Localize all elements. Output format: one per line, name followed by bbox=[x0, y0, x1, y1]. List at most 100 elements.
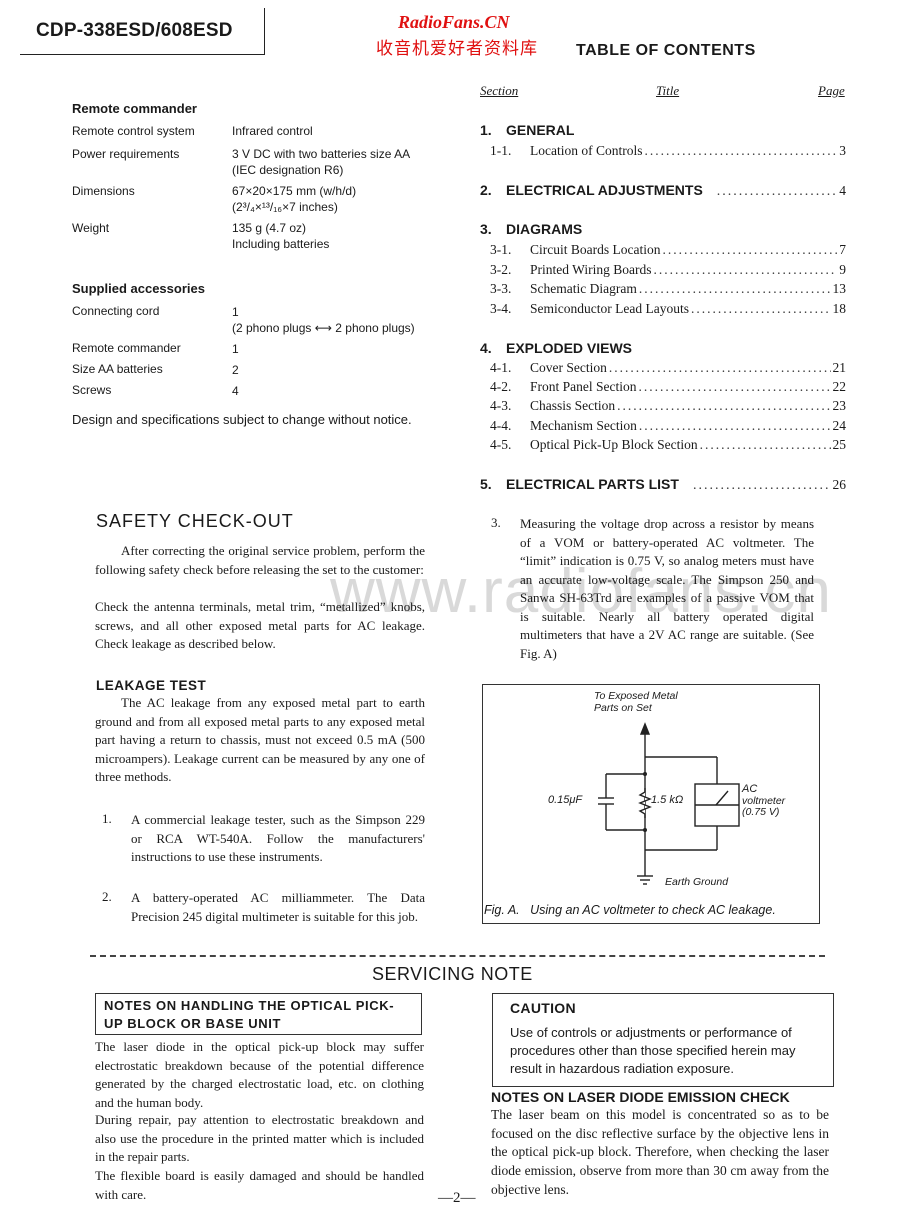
toc-item-num: 4-2. bbox=[490, 379, 512, 394]
toc-section-num: 3. bbox=[480, 221, 492, 237]
toc-item[interactable]: 4-4. Mechanism Section .................… bbox=[490, 418, 846, 436]
toc-section-electrical-adjustments[interactable]: 2. ELECTRICAL ADJUSTMENTS ..............… bbox=[480, 182, 846, 200]
watermark-chinese: 收音机爱好者资料库 bbox=[376, 39, 538, 58]
toc-item-num: 3-3. bbox=[490, 281, 512, 296]
method-text: Measuring the voltage drop across a resi… bbox=[520, 516, 814, 661]
toc-item-num: 4-5. bbox=[490, 437, 512, 452]
toc-item[interactable]: 1-1. Location of Controls ..............… bbox=[490, 143, 846, 161]
toc-leader-dots: ........................................… bbox=[608, 360, 831, 375]
notes-paragraph: The flexible board is easily damaged and… bbox=[95, 1168, 424, 1202]
accessories-heading: Supplied accessories bbox=[72, 281, 205, 296]
toc-section-title: ELECTRICAL ADJUSTMENTS bbox=[506, 182, 703, 198]
toc-leader-dots: ........................................… bbox=[638, 418, 831, 433]
watermark-radiofans: RadioFans.CN bbox=[398, 12, 510, 32]
toc-item-title: Front Panel Section bbox=[530, 379, 637, 394]
toc-leader-dots: ........................................… bbox=[638, 379, 831, 394]
arrow-up-icon bbox=[639, 722, 651, 735]
model-title: CDP-338ESD/608ESD bbox=[36, 20, 233, 41]
capacitor-label: 0.15μF bbox=[548, 794, 583, 806]
toc-section-electrical-parts-list[interactable]: 5. ELECTRICAL PARTS LIST ...............… bbox=[480, 476, 846, 494]
toc-item-title: Schematic Diagram bbox=[530, 281, 637, 296]
toc-item-num: 4-4. bbox=[490, 418, 512, 433]
safety-checkout-title: SAFETY CHECK-OUT bbox=[96, 511, 294, 531]
spec-value: 3 V DC with two batteries size AA bbox=[232, 147, 411, 161]
toc-item[interactable]: 3-3. Schematic Diagram .................… bbox=[490, 281, 846, 299]
notes-title-line: NOTES ON HANDLING THE OPTICAL PICK- bbox=[104, 998, 395, 1013]
toc-section-exploded-views[interactable]: 4. EXPLODED VIEWS bbox=[480, 340, 846, 356]
toc-item-title: Printed Wiring Boards bbox=[530, 262, 652, 277]
toc-leader-dots: ........................................… bbox=[662, 242, 838, 257]
toc-section-title: DIAGRAMS bbox=[506, 221, 583, 237]
toc-leader-dots: ........................................… bbox=[716, 184, 838, 199]
figure-caption: Fig. A. Using an AC voltmeter to check A… bbox=[484, 903, 776, 917]
toc-item-title: Optical Pick-Up Block Section bbox=[530, 437, 698, 452]
toc-leader-dots: ........................................… bbox=[692, 478, 831, 493]
accessory-label: Connecting cord bbox=[72, 304, 160, 318]
accessory-value: 2 bbox=[232, 363, 239, 377]
accessory-value: 1 bbox=[232, 342, 239, 356]
toc-column-section: Section bbox=[480, 83, 519, 98]
accessory-label: Remote commander bbox=[72, 341, 181, 355]
spec-label: Power requirements bbox=[72, 147, 180, 161]
toc-leader-dots: ........................................… bbox=[690, 301, 831, 316]
toc-item-num: 3-1. bbox=[490, 242, 512, 257]
accessory-label: Screws bbox=[72, 383, 112, 397]
toc-item-num: 4-3. bbox=[490, 398, 512, 413]
notes-handling-title: NOTES ON HANDLING THE OPTICAL PICK- UP B… bbox=[104, 997, 394, 1033]
safety-intro-check: Check the antenna terminals, metal trim,… bbox=[95, 599, 425, 651]
earth-ground-label: Earth Ground bbox=[665, 876, 729, 888]
toc-item-page: 18 bbox=[832, 301, 847, 316]
method-number: 2. bbox=[102, 889, 112, 904]
toc-item[interactable]: 4-1. Cover Section .....................… bbox=[490, 360, 846, 378]
spec-label: Remote control system bbox=[72, 124, 195, 138]
toc-section-page: 26 bbox=[832, 477, 847, 492]
voltmeter-label-ac: AC bbox=[742, 783, 758, 795]
toc-item[interactable]: 4-5. Optical Pick-Up Block Section .....… bbox=[490, 437, 846, 455]
toc-item-title: Circuit Boards Location bbox=[530, 242, 661, 257]
toc-leader-dots: ........................................… bbox=[653, 262, 838, 277]
resistor-zigzag bbox=[638, 788, 652, 818]
leakage-test-title: LEAKAGE TEST bbox=[96, 678, 207, 693]
toc-item-title: Cover Section bbox=[530, 360, 607, 375]
toc-leader-dots: ........................................… bbox=[699, 437, 831, 452]
toc-section-general[interactable]: 1. GENERAL bbox=[480, 122, 846, 138]
toc-item-page: 24 bbox=[832, 418, 847, 433]
toc-item-title: Semiconductor Lead Layouts bbox=[530, 301, 689, 316]
method-number: 1. bbox=[102, 811, 112, 826]
laser-emission-title: NOTES ON LASER DIODE EMISSION CHECK bbox=[491, 1089, 790, 1105]
junction-dot bbox=[643, 828, 647, 832]
spec-value-sub: (IEC designation R6) bbox=[232, 163, 344, 177]
toc-column-title: Title bbox=[656, 83, 680, 98]
toc-item[interactable]: 4-3. Chassis Section ...................… bbox=[490, 398, 846, 416]
spec-label: Dimensions bbox=[72, 184, 135, 198]
toc-item[interactable]: 4-2. Front Panel Section ...............… bbox=[490, 379, 846, 397]
page-number: —2— bbox=[438, 1190, 476, 1206]
toc-item-num: 3-4. bbox=[490, 301, 512, 316]
toc-section-num: 1. bbox=[480, 122, 492, 138]
toc-section-diagrams[interactable]: 3. DIAGRAMS bbox=[480, 221, 846, 237]
voltmeter-limit-label: (0.75 V) bbox=[742, 806, 780, 818]
accessory-value: 4 bbox=[232, 384, 239, 398]
toc-item[interactable]: 3-4. Semiconductor Lead Layouts ........… bbox=[490, 301, 846, 319]
toc-item[interactable]: 3-2. Printed Wiring Boards .............… bbox=[490, 262, 846, 280]
toc-item-page: 9 bbox=[839, 262, 846, 277]
toc-item[interactable]: 3-1. Circuit Boards Location ...........… bbox=[490, 242, 846, 260]
notes-paragraph: During repair, pay attention to electros… bbox=[95, 1112, 424, 1164]
toc-column-page: Page bbox=[818, 83, 845, 98]
leakage-test-text: The AC leakage from any exposed metal pa… bbox=[95, 695, 425, 784]
toc-leader-dots: ........................................… bbox=[638, 281, 831, 296]
spec-value-sub: Including batteries bbox=[232, 237, 330, 251]
toc-item-num: 1-1. bbox=[490, 143, 512, 158]
spec-change-note: Design and specifications subject to cha… bbox=[72, 412, 412, 427]
method-number: 3. bbox=[491, 515, 501, 530]
toc-leader-dots: ........................................… bbox=[644, 143, 837, 158]
toc-item-page: 3 bbox=[839, 143, 846, 158]
toc-section-num: 2. bbox=[480, 182, 492, 198]
spec-value-sub: (2³/₄×¹³/₁₆×7 inches) bbox=[232, 200, 338, 214]
toc-leader-dots: ........................................… bbox=[617, 398, 830, 413]
toc-item-title: Mechanism Section bbox=[530, 418, 637, 433]
toc-section-num: 5. bbox=[480, 476, 492, 492]
caution-text: Use of controls or adjustments or perfor… bbox=[510, 1025, 796, 1076]
toc-item-num: 4-1. bbox=[490, 360, 512, 375]
toc-section-title: ELECTRICAL PARTS LIST bbox=[506, 476, 679, 492]
